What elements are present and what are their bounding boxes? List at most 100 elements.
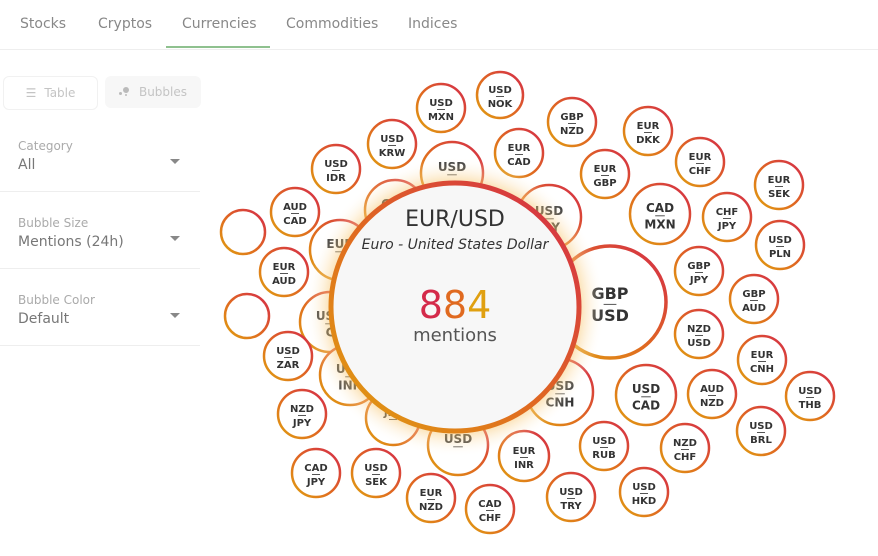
bubble-base-currency: NZD <box>687 324 711 335</box>
bubble-base-currency: EUR <box>508 143 531 154</box>
tab-indices[interactable]: Indices <box>408 16 457 32</box>
currency-bubble[interactable]: NZD CHF <box>659 422 711 474</box>
tab-stocks[interactable]: Stocks <box>20 16 66 32</box>
currency-bubble[interactable]: GBP JPY <box>673 245 725 297</box>
caret-down-icon <box>170 313 180 318</box>
bubble-quote-currency: DKK <box>636 135 661 146</box>
bubble-quote-currency: HKD <box>632 496 656 507</box>
category-value: All <box>18 157 36 173</box>
bubble-quote-currency: CHF <box>689 166 712 177</box>
currency-bubble[interactable]: USD NOK <box>475 70 525 120</box>
focus-bubble[interactable]: EUR∕USD Euro - United States Dollar 884 … <box>305 157 605 457</box>
currency-bubble[interactable]: USD SEK <box>350 447 402 499</box>
currency-bubble[interactable]: USD BRL <box>735 405 787 457</box>
bubble-quote-currency: NZD <box>419 502 443 513</box>
bubble-base-currency: EUR <box>594 164 617 175</box>
bubble-color-label: Bubble Color <box>18 293 95 307</box>
bubble-quote-currency: MXN <box>644 217 675 231</box>
tab-commodities[interactable]: Commodities <box>286 16 378 32</box>
focus-count-digit: 8 <box>443 283 467 327</box>
bubble-base-currency: EUR <box>513 446 536 457</box>
focus-count: 884 <box>419 283 492 327</box>
bubble-quote-currency: CHF <box>674 452 697 463</box>
currency-bubble[interactable]: GBP AUD <box>728 273 780 325</box>
currency-bubble[interactable]: USD KRW <box>366 118 418 170</box>
bubble-quote-currency: BRL <box>750 435 772 446</box>
caret-down-icon <box>170 236 180 241</box>
currency-bubble[interactable]: USD HKD <box>618 466 670 518</box>
currency-bubble[interactable]: CAD MXN <box>628 182 692 246</box>
currency-bubble[interactable]: USD MXN <box>415 82 467 134</box>
currency-bubble[interactable] <box>219 208 267 256</box>
bubble-base-currency: AUD <box>700 384 724 395</box>
bubble-size-select[interactable]: Bubble Size Mentions (24h) <box>0 210 200 269</box>
bubble-quote-currency: CNH <box>750 364 774 375</box>
currency-bubble[interactable]: EUR CNH <box>736 334 788 386</box>
bubble-quote-currency: MXN <box>428 112 454 123</box>
tab-cryptos[interactable]: Cryptos <box>98 16 152 32</box>
currency-bubble[interactable]: USD IDR <box>310 143 362 195</box>
focus-count-label: mentions <box>413 325 497 346</box>
bubble-quote-currency: IDR <box>326 173 346 184</box>
currency-bubble[interactable]: USD ZAR <box>262 330 314 382</box>
currency-bubble[interactable]: USD RUB <box>578 420 630 472</box>
bubbles-icon <box>118 87 131 97</box>
currency-bubble[interactable]: AUD CAD <box>269 186 321 238</box>
currency-bubble[interactable]: EUR NZD <box>405 472 457 524</box>
bubble-base-currency: USD <box>488 85 512 96</box>
bubble-quote-currency: INR <box>514 460 534 471</box>
currency-bubble[interactable]: USD THB <box>784 370 836 422</box>
currency-bubble[interactable]: USD CAD <box>614 363 678 427</box>
bubble-base-currency: AUD <box>283 202 307 213</box>
currency-bubble[interactable]: USD TRY <box>545 471 597 523</box>
currency-bubble[interactable]: EUR DKK <box>622 105 674 157</box>
bubble-quote-currency: AUD <box>272 276 296 287</box>
currency-bubble[interactable]: EUR SEK <box>753 159 805 211</box>
category-label: Category <box>18 139 73 153</box>
currency-bubble[interactable]: EUR GBP <box>579 148 631 200</box>
bubble-color-value: Default <box>18 311 70 327</box>
bubble-base-currency: CHF <box>716 207 739 218</box>
bubble-size-value: Mentions (24h) <box>18 234 124 250</box>
category-select[interactable]: Category All <box>0 133 200 192</box>
bubbles-view-button[interactable]: Bubbles <box>105 76 201 108</box>
currency-bubble[interactable]: CAD JPY <box>290 447 342 499</box>
currency-bubble[interactable]: EUR AUD <box>258 246 310 298</box>
bubble-base-currency: EUR <box>637 121 660 132</box>
currency-bubble[interactable]: GBP NZD <box>546 96 598 148</box>
currency-bubble[interactable]: NZD JPY <box>276 388 328 440</box>
bubble-base-currency: GBP <box>687 261 710 272</box>
bubble-quote-currency: THB <box>799 400 822 411</box>
bubble-color-select[interactable]: Bubble Color Default <box>0 287 200 346</box>
bubble-base-currency: USD <box>559 487 583 498</box>
bubble-size-label: Bubble Size <box>18 216 89 230</box>
bubble-base-currency: USD <box>276 346 300 357</box>
currency-bubble[interactable]: AUD NZD <box>686 368 738 420</box>
focus-count-digit: 8 <box>419 283 443 327</box>
list-icon: ☰ <box>25 86 37 100</box>
bubble-quote-currency: JPY <box>306 477 326 488</box>
bubble-base-currency: USD <box>798 386 822 397</box>
bubble-quote-currency: CAD <box>632 398 660 412</box>
bubble-quote-currency: JPY <box>689 275 709 286</box>
tab-currencies[interactable]: Currencies <box>182 16 257 32</box>
active-tab-indicator <box>166 46 270 48</box>
bubble-quote-currency: NOK <box>488 99 514 110</box>
bubble-quote-currency: CAD <box>507 157 530 168</box>
currency-bubble[interactable]: EUR CHF <box>674 136 726 188</box>
currency-bubble[interactable]: CAD CHF <box>464 483 516 535</box>
currency-bubble[interactable]: CHF JPY <box>701 191 753 243</box>
bubble-base-currency: USD <box>632 482 656 493</box>
bubble-quote-currency: RUB <box>592 450 615 461</box>
currency-bubble[interactable]: USD PLN <box>754 219 806 271</box>
bubble-quote-currency: JPY <box>292 418 312 429</box>
asset-class-tabs: Stocks Cryptos Currencies Commodities In… <box>0 0 878 50</box>
bubble-base-currency: EUR <box>273 262 296 273</box>
bubble-quote-currency: JPY <box>717 221 737 232</box>
bubble-base-currency: USD <box>380 134 404 145</box>
currency-bubble[interactable] <box>223 292 271 340</box>
table-view-button[interactable]: ☰ Table <box>3 76 98 110</box>
currency-bubble[interactable]: NZD USD <box>673 308 725 360</box>
bubble-quote-currency: CAD <box>283 216 306 227</box>
bubble-quote-currency: AUD <box>742 303 766 314</box>
